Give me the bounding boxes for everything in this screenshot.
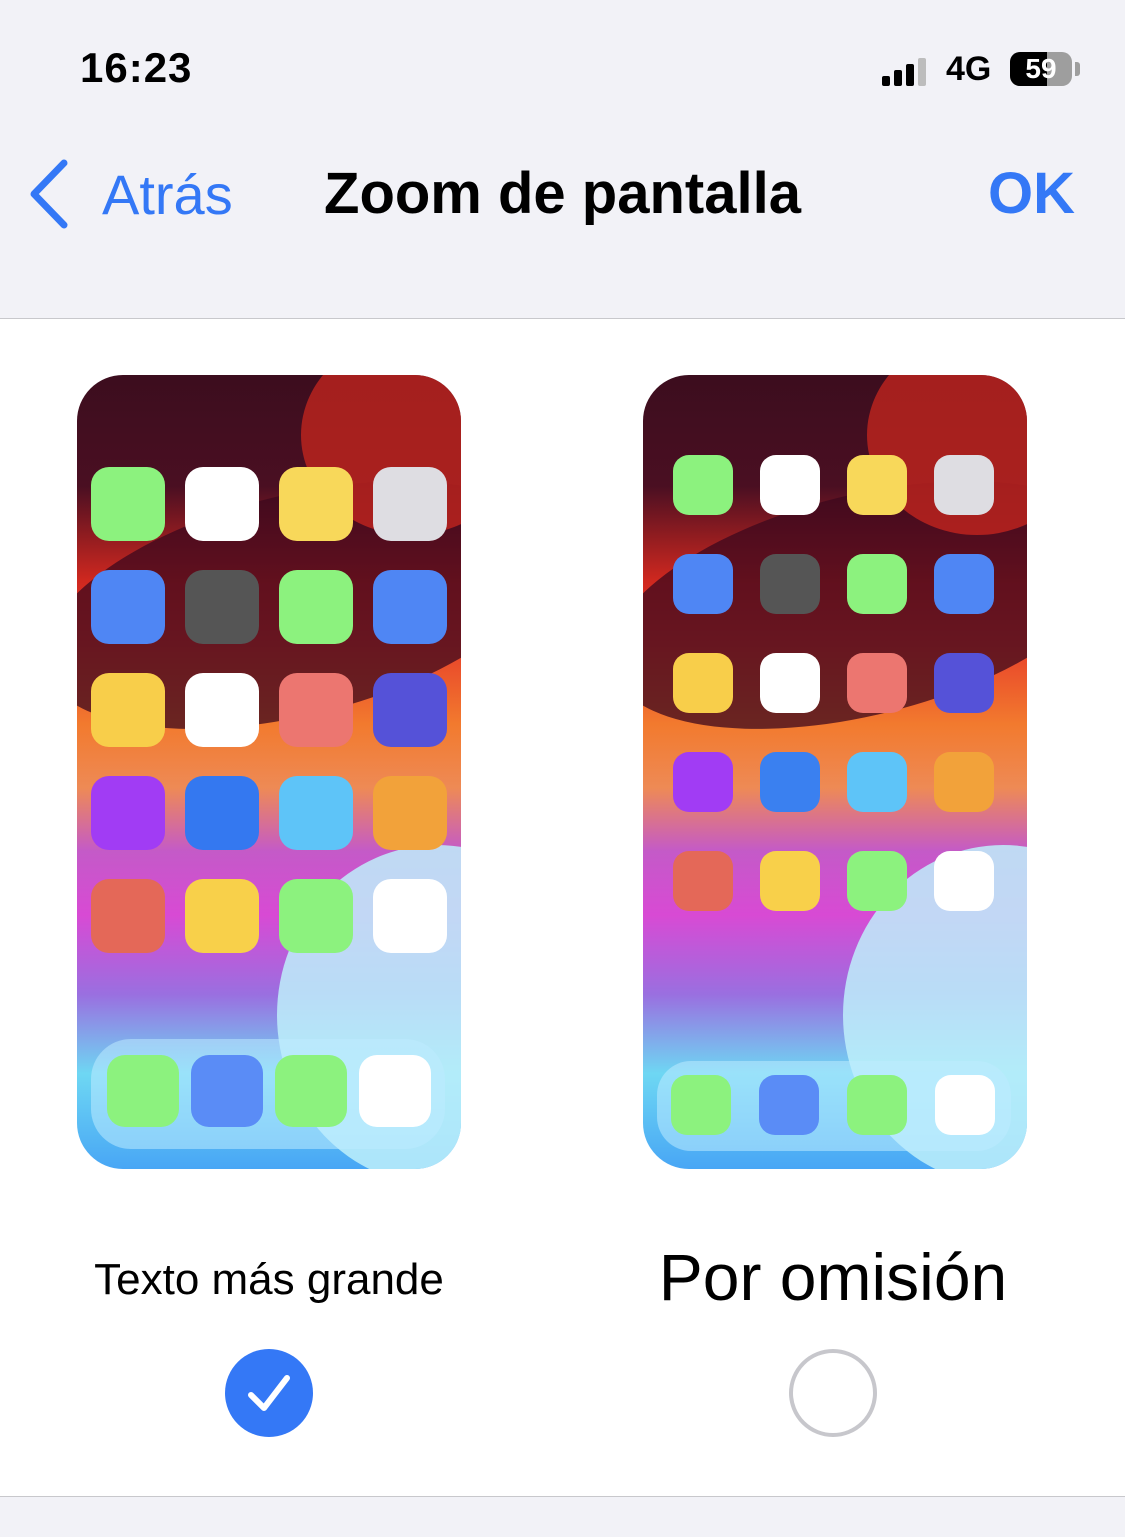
dock-app-icon [759, 1075, 819, 1135]
option-default[interactable]: Por omisión [562, 319, 1124, 1496]
app-icon [847, 851, 907, 911]
app-icon [847, 653, 907, 713]
status-bar: 16:23 4G 59 [0, 0, 1125, 130]
app-icon [373, 570, 447, 644]
dock-app-icon [107, 1055, 179, 1127]
app-icon [673, 851, 733, 911]
app-icon [279, 467, 353, 541]
app-icon [91, 879, 165, 953]
app-icon [934, 752, 994, 812]
app-icon [934, 851, 994, 911]
default-app-grid [643, 375, 1027, 1169]
app-icon [847, 554, 907, 614]
app-icon [934, 455, 994, 515]
page-title: Zoom de pantalla [0, 160, 1125, 227]
app-icon [373, 776, 447, 850]
dock-app-icon [671, 1075, 731, 1135]
app-icon [760, 653, 820, 713]
app-icon [673, 653, 733, 713]
page-title-text: Zoom de pantalla [324, 161, 801, 226]
app-icon [185, 467, 259, 541]
app-icon [373, 879, 447, 953]
ok-button[interactable]: OK [988, 160, 1075, 227]
app-icon [760, 554, 820, 614]
default-radio-unselected[interactable] [789, 1349, 877, 1437]
cellular-signal-icon [882, 56, 928, 86]
app-icon [673, 455, 733, 515]
app-icon [279, 879, 353, 953]
app-icon [279, 673, 353, 747]
app-icon [91, 467, 165, 541]
option-larger-text[interactable]: Texto más grande [0, 319, 562, 1496]
larger-text-app-grid [77, 375, 461, 1169]
navigation-bar: Atrás Zoom de pantalla OK [0, 130, 1125, 319]
battery-icon: 59 [1010, 52, 1072, 86]
app-icon [185, 776, 259, 850]
status-time: 16:23 [80, 44, 193, 91]
app-icon [185, 879, 259, 953]
default-preview [643, 375, 1027, 1169]
checkmark-icon [248, 1375, 290, 1411]
app-icon [847, 752, 907, 812]
battery-cap [1075, 62, 1080, 76]
app-icon [279, 776, 353, 850]
app-icon [185, 673, 259, 747]
app-icon [91, 776, 165, 850]
app-icon [760, 752, 820, 812]
app-icon [673, 752, 733, 812]
dock-app-icon [359, 1055, 431, 1127]
larger-text-preview [77, 375, 461, 1169]
app-icon [673, 554, 733, 614]
app-icon [934, 554, 994, 614]
app-icon [279, 570, 353, 644]
dock-app-icon [191, 1055, 263, 1127]
app-icon [185, 570, 259, 644]
app-icon [934, 653, 994, 713]
app-icon [373, 467, 447, 541]
zoom-options: Texto más grande Por omisión [0, 319, 1125, 1497]
app-icon [847, 455, 907, 515]
app-icon [760, 851, 820, 911]
option-larger-text-label: Texto más grande [94, 1255, 444, 1304]
battery-percentage: 59 [1025, 53, 1057, 84]
network-type: 4G [946, 50, 992, 88]
option-default-label: Por omisión [658, 1240, 1008, 1314]
dock-app-icon [275, 1055, 347, 1127]
app-icon [91, 673, 165, 747]
dock-app-icon [847, 1075, 907, 1135]
larger-text-radio-selected[interactable] [225, 1349, 313, 1437]
app-icon [373, 673, 447, 747]
dock-app-icon [935, 1075, 995, 1135]
app-icon [91, 570, 165, 644]
app-icon [760, 455, 820, 515]
